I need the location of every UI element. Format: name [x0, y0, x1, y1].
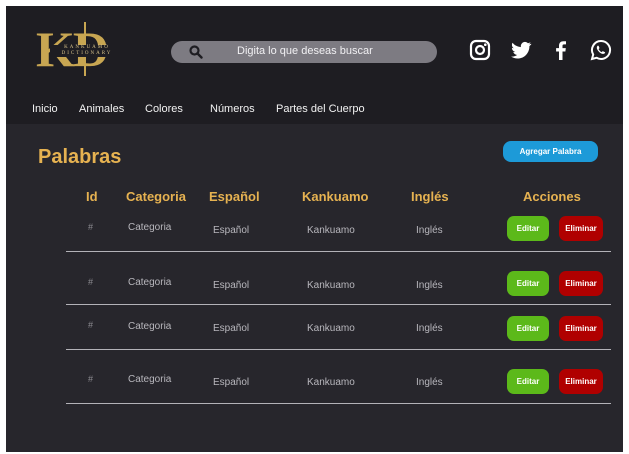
edit-button[interactable]: Editar — [507, 216, 549, 241]
cell-kankuamo: Kankuamo — [307, 377, 355, 388]
cell-ingles: Inglés — [416, 377, 443, 388]
row-divider — [66, 251, 611, 252]
facebook-icon[interactable] — [549, 38, 573, 62]
delete-button[interactable]: Eliminar — [559, 369, 603, 394]
add-word-button[interactable]: Agregar Palabra — [503, 141, 598, 162]
cell-id: # — [88, 277, 94, 287]
cell-kankuamo: Kankuamo — [307, 323, 355, 334]
cell-espanol: Español — [213, 225, 250, 236]
cell-espanol: Español — [213, 377, 250, 388]
cell-espanol: Español — [213, 280, 250, 291]
header: KD KANKUAMO DICTIONARY Digita lo que des… — [6, 6, 623, 124]
cell-kankuamo: Kankuamo — [307, 225, 355, 236]
search-icon[interactable] — [189, 45, 203, 59]
column-header-acciones: Acciones — [523, 189, 581, 204]
edit-button[interactable]: Editar — [507, 369, 549, 394]
whatsapp-icon[interactable] — [589, 38, 613, 62]
logo[interactable]: KD KANKUAMO DICTIONARY — [36, 20, 136, 80]
twitter-icon[interactable] — [509, 38, 533, 62]
row-divider — [66, 349, 611, 350]
cell-id: # — [88, 374, 94, 384]
app-frame: KD KANKUAMO DICTIONARY Digita lo que des… — [6, 6, 623, 452]
nav-item-inicio[interactable]: Inicio — [32, 103, 58, 115]
edit-button[interactable]: Editar — [507, 271, 549, 296]
delete-button[interactable]: Eliminar — [559, 316, 603, 341]
cell-kankuamo: Kankuamo — [307, 280, 355, 291]
page-title: Palabras — [38, 146, 122, 168]
cell-ingles: Inglés — [416, 323, 443, 334]
instagram-icon[interactable] — [468, 38, 492, 62]
column-header-espanol: Español — [209, 189, 260, 204]
column-header-id: Id — [86, 189, 98, 204]
search-bar[interactable]: Digita lo que deseas buscar — [171, 41, 437, 63]
logo-subtitle: KANKUAMO DICTIONARY — [50, 45, 124, 57]
nav-item-colores[interactable]: Colores — [145, 103, 183, 115]
cell-id: # — [88, 320, 94, 330]
column-header-categoria: Categoria — [126, 189, 186, 204]
delete-button[interactable]: Eliminar — [559, 271, 603, 296]
cell-categoria: Categoria — [128, 374, 172, 385]
column-header-ingles: Inglés — [411, 189, 449, 204]
row-divider — [66, 304, 611, 305]
nav-item-numeros[interactable]: Números — [210, 103, 255, 115]
cell-id: # — [88, 222, 94, 232]
nav-item-partes-del-cuerpo[interactable]: Partes del Cuerpo — [276, 103, 365, 115]
row-divider — [66, 403, 611, 404]
cell-categoria: Categoria — [128, 277, 172, 288]
nav-item-animales[interactable]: Animales — [79, 103, 124, 115]
search-input[interactable]: Digita lo que deseas buscar — [237, 45, 373, 57]
cell-espanol: Español — [213, 323, 250, 334]
cell-ingles: Inglés — [416, 280, 443, 291]
delete-button[interactable]: Eliminar — [559, 216, 603, 241]
column-header-kankuamo: Kankuamo — [302, 189, 369, 204]
cell-ingles: Inglés — [416, 225, 443, 236]
cell-categoria: Categoria — [128, 222, 172, 233]
edit-button[interactable]: Editar — [507, 316, 549, 341]
cell-categoria: Categoria — [128, 321, 172, 332]
